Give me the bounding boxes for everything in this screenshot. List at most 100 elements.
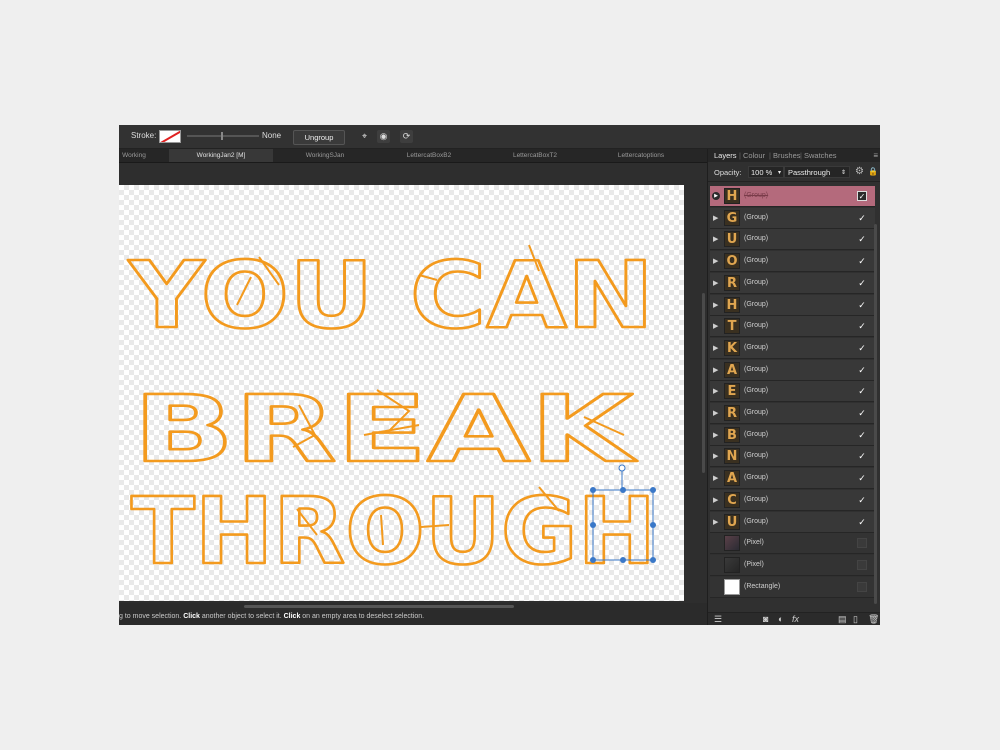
stroke-width-slider[interactable] xyxy=(187,132,259,140)
new-layer-icon[interactable]: ▯ xyxy=(853,614,858,625)
rotate-handle[interactable] xyxy=(618,464,626,472)
resize-handle[interactable] xyxy=(650,522,656,528)
layer-row[interactable]: ▶ U (Group) ✓ xyxy=(710,229,875,251)
tab-layers[interactable]: Layers xyxy=(714,149,737,162)
visibility-checkbox[interactable]: ✓ xyxy=(857,430,867,440)
transform-icon[interactable]: ⟳ xyxy=(400,130,413,143)
ungroup-button[interactable]: Ungroup xyxy=(293,130,345,145)
expand-arrow-icon[interactable]: ▶ xyxy=(713,431,718,439)
visibility-checkbox[interactable] xyxy=(857,538,867,549)
doc-tab-active[interactable]: WorkingJan2 [M] xyxy=(169,149,273,162)
layer-row[interactable]: ▶ A (Group) ✓ xyxy=(710,468,875,490)
visibility-checkbox[interactable]: ✓ xyxy=(857,256,867,266)
resize-handle[interactable] xyxy=(650,487,656,493)
expand-arrow-icon[interactable]: ▶ xyxy=(713,387,718,395)
tab-swatches[interactable]: Swatches xyxy=(804,149,837,162)
layer-row[interactable]: ▶ K (Group) ✓ xyxy=(710,337,875,359)
layer-row[interactable]: (Pixel) xyxy=(710,533,875,555)
layer-row[interactable]: (Rectangle) xyxy=(710,576,875,598)
visibility-checkbox[interactable]: ✓ xyxy=(857,451,867,461)
doc-tab[interactable]: LettercatBoxT2 xyxy=(481,149,589,162)
expand-arrow-icon[interactable]: ▶ xyxy=(713,257,718,265)
slider-knob[interactable] xyxy=(221,132,223,140)
stroke-style-value[interactable]: None xyxy=(262,131,281,140)
lock-icon[interactable]: 🔒 xyxy=(868,167,878,176)
layers-icon[interactable]: ☰ xyxy=(714,614,722,625)
resize-handle[interactable] xyxy=(590,487,596,493)
layer-row[interactable]: ▶ A (Group) ✓ xyxy=(710,359,875,381)
visibility-checkbox[interactable]: ✓ xyxy=(857,343,867,353)
expand-arrow-icon[interactable]: ▶ xyxy=(713,214,718,222)
visibility-checkbox[interactable]: ✓ xyxy=(857,321,867,331)
layer-row[interactable]: ▶ C (Group) ✓ xyxy=(710,489,875,511)
expand-arrow-icon[interactable]: ▶ xyxy=(712,192,720,200)
layer-row[interactable]: ▶ E (Group) ✓ xyxy=(710,381,875,403)
layer-row[interactable]: ▶ R (Group) ✓ xyxy=(710,403,875,424)
expand-arrow-icon[interactable]: ▶ xyxy=(713,409,718,417)
resize-handle[interactable] xyxy=(590,557,596,563)
chevron-down-icon[interactable]: ▾ xyxy=(778,167,781,179)
expand-arrow-icon[interactable]: ▶ xyxy=(713,518,718,526)
resize-handle[interactable] xyxy=(590,522,596,528)
visibility-checkbox[interactable]: ✓ xyxy=(857,473,867,483)
layer-row[interactable]: ▶ B (Group) ✓ xyxy=(710,424,875,446)
panel-menu-icon[interactable]: ≡ xyxy=(873,149,878,162)
adjustment-icon[interactable]: ◐ xyxy=(778,614,783,625)
gear-icon[interactable]: ⚙ xyxy=(855,166,864,178)
doc-tab[interactable]: Lettercatoptions xyxy=(589,149,693,162)
layer-row[interactable]: ▶ G (Group) ✓ xyxy=(710,207,875,229)
expand-arrow-icon[interactable]: ▶ xyxy=(713,366,718,374)
visibility-checkbox[interactable]: ✓ xyxy=(857,365,867,375)
stroke-color-swatch[interactable] xyxy=(159,130,181,143)
expand-arrow-icon[interactable]: ▶ xyxy=(713,474,718,482)
visibility-checkbox[interactable]: ✓ xyxy=(857,386,867,396)
visibility-checkbox[interactable]: ✓ xyxy=(857,300,867,310)
expand-arrow-icon[interactable]: ▶ xyxy=(713,279,718,287)
artboard[interactable]: YOU CAN BREAK THROUGH xyxy=(119,185,684,601)
resize-handle[interactable] xyxy=(620,487,626,493)
layer-row[interactable]: ▶ O (Group) ✓ xyxy=(710,251,875,273)
expand-arrow-icon[interactable]: ▶ xyxy=(713,496,718,504)
expand-arrow-icon[interactable]: ▶ xyxy=(713,452,718,460)
layer-row[interactable]: ▶ T (Group) ✓ xyxy=(710,316,875,338)
layer-row[interactable]: (Pixel) xyxy=(710,554,875,576)
expand-arrow-icon[interactable]: ▶ xyxy=(713,301,718,309)
visibility-checkbox[interactable]: ✓ xyxy=(857,278,867,288)
group-icon[interactable]: ▤ xyxy=(838,614,847,625)
blend-mode-select[interactable]: Passthrough ⇕ xyxy=(784,166,850,178)
expand-arrow-icon[interactable]: ▶ xyxy=(713,344,718,352)
expand-arrow-icon[interactable]: ▶ xyxy=(713,322,718,330)
visibility-checkbox[interactable]: ✓ xyxy=(857,517,867,527)
doc-tab[interactable]: Working xyxy=(119,149,149,162)
layer-row[interactable]: ▶ H (Group) ✓ xyxy=(710,294,875,316)
layer-row[interactable]: ▶ H (Group) ✓ xyxy=(710,186,875,207)
tab-brushes[interactable]: Brushes xyxy=(773,149,801,162)
fx-icon[interactable]: fx xyxy=(792,614,799,625)
opacity-field[interactable]: 100 % ▾ xyxy=(748,166,784,178)
crosshair-icon[interactable]: ⌖ xyxy=(358,130,371,143)
mask-icon[interactable]: ◙ xyxy=(763,614,768,625)
expand-arrow-icon[interactable]: ▶ xyxy=(713,235,718,243)
doc-tab[interactable]: WorkingSJan xyxy=(273,149,377,162)
trash-icon[interactable]: 🗑 xyxy=(868,614,879,625)
visibility-checkbox[interactable]: ✓ xyxy=(857,408,867,418)
tab-colour[interactable]: Colour xyxy=(743,149,765,162)
artwork-line-1[interactable]: YOU CAN xyxy=(127,241,656,351)
visibility-checkbox[interactable]: ✓ xyxy=(857,191,867,201)
visibility-checkbox[interactable] xyxy=(857,559,867,570)
doc-tab[interactable]: LettercatBoxB2 xyxy=(377,149,481,162)
visibility-checkbox[interactable]: ✓ xyxy=(857,213,867,223)
artwork-line-2[interactable]: BREAK xyxy=(132,375,640,485)
layer-row[interactable]: ▶ R (Group) ✓ xyxy=(710,272,875,294)
panel-scrollbar[interactable] xyxy=(874,224,877,604)
resize-handle[interactable] xyxy=(650,557,656,563)
layer-row[interactable]: ▶ U (Group) ✓ xyxy=(710,511,875,533)
horizontal-scrollbar[interactable] xyxy=(244,605,514,608)
view-icon[interactable]: ◉ xyxy=(377,130,390,143)
visibility-checkbox[interactable]: ✓ xyxy=(857,234,867,244)
lettering-artwork[interactable]: YOU CAN BREAK THROUGH xyxy=(119,185,684,601)
canvas-area[interactable]: YOU CAN BREAK THROUGH xyxy=(119,163,707,608)
layer-row[interactable]: ▶ N (Group) ✓ xyxy=(710,446,875,468)
visibility-checkbox[interactable]: ✓ xyxy=(857,495,867,505)
resize-handle[interactable] xyxy=(620,557,626,563)
